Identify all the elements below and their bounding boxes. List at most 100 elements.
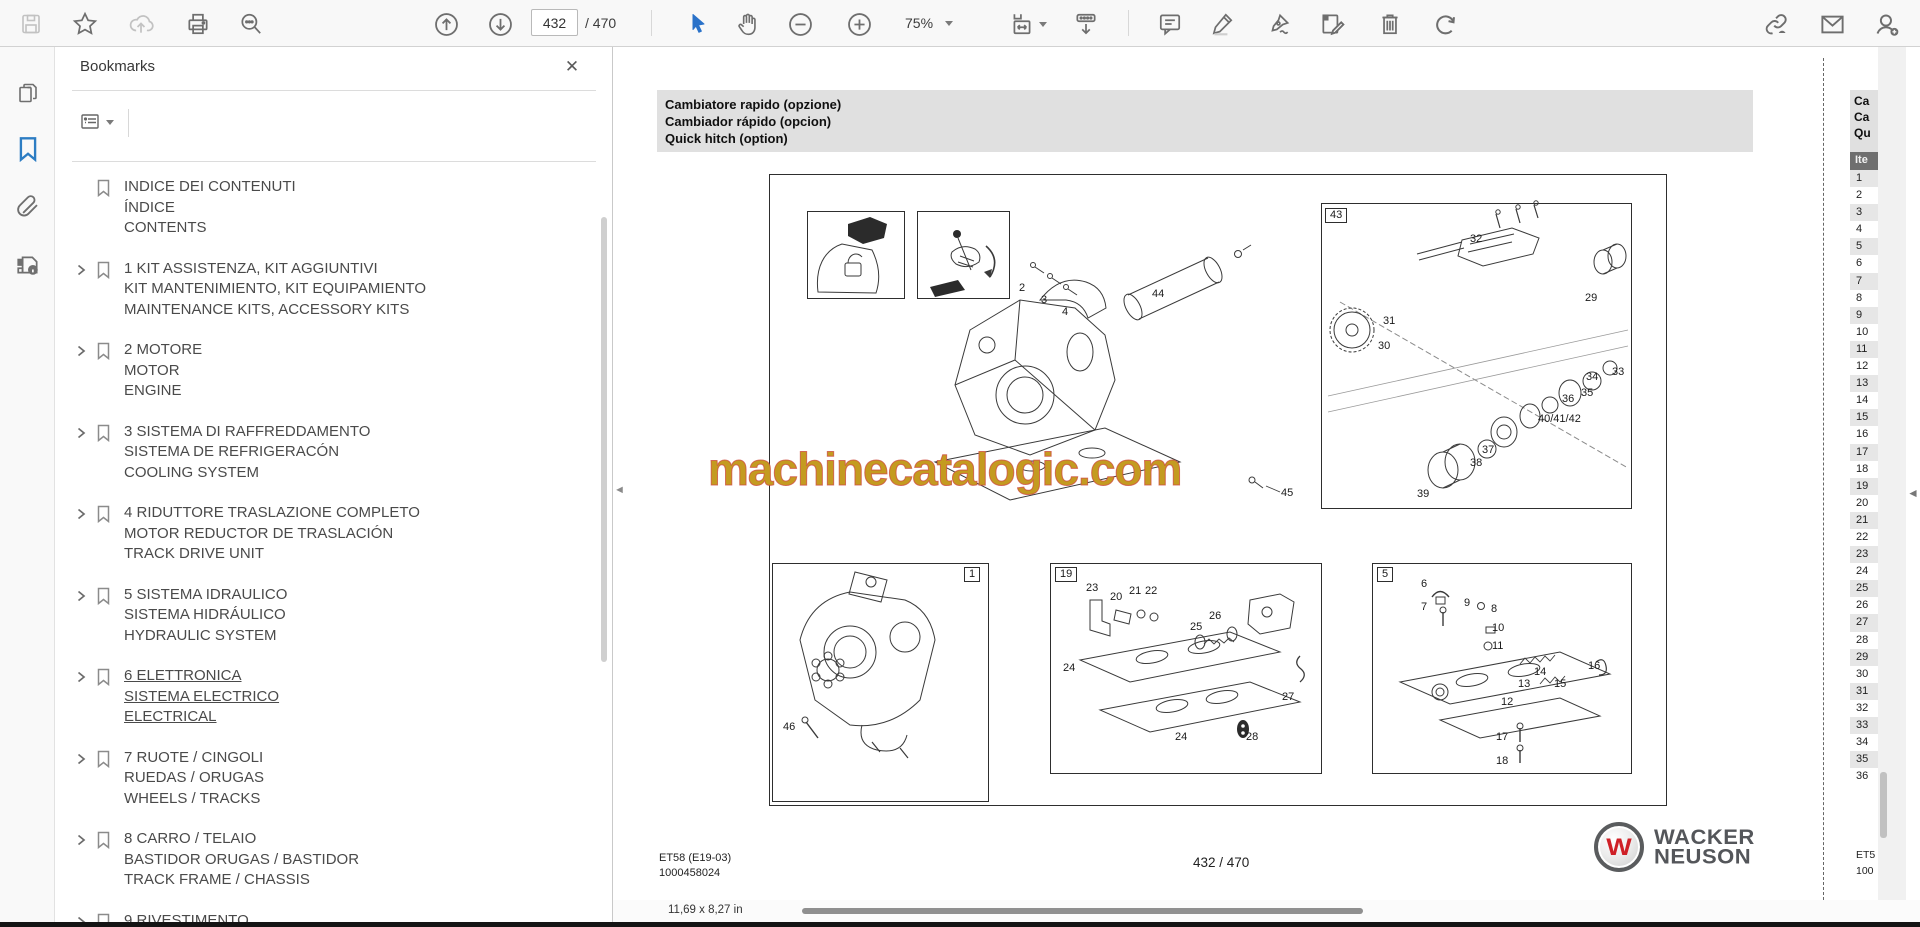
select-tool-icon[interactable] <box>684 10 712 38</box>
bookmark-icon <box>96 505 111 528</box>
bookmark-label: INDICE DEI CONTENUTI ÍNDICE CONTENTS <box>124 178 296 236</box>
bookmark-label: 3 SISTEMA DI RAFFREDDAMENTO SISTEMA DE RE… <box>124 422 371 481</box>
bookmark-item[interactable]: INDICE DEI CONTENUTI ÍNDICE CONTENTS <box>55 177 600 239</box>
toolbar-separator <box>651 10 652 36</box>
chevron-right-icon[interactable] <box>75 914 87 922</box>
attachments-icon[interactable] <box>14 193 42 221</box>
model-info-icon[interactable] <box>14 251 42 279</box>
sign-pen-icon[interactable] <box>1265 10 1293 38</box>
toolbar-separator <box>1128 10 1129 36</box>
fill-and-sign-icon[interactable] <box>1318 10 1346 38</box>
bookmark-label: 6 ELETTRONICA SISTEMA ELECTRICO ELECTRICAL <box>124 667 280 725</box>
chevron-down-icon <box>945 20 954 26</box>
zoom-level-dropdown[interactable]: 75% <box>893 9 985 37</box>
bookmark-item[interactable]: 4 RIDUTTORE TRASLAZIONE COMPLETO MOTOR RE… <box>55 503 600 565</box>
bookmark-label: 5 SISTEMA IDRAULICO SISTEMA HIDRÁULICO HYD… <box>124 585 288 644</box>
email-icon[interactable] <box>1818 10 1846 38</box>
fit-options-caret-icon[interactable] <box>1036 10 1050 38</box>
bookmarks-panel-icon[interactable] <box>14 135 42 163</box>
bookmark-options-button[interactable] <box>80 113 114 131</box>
chevron-right-icon[interactable] <box>75 425 87 446</box>
status-bar: 11,69 x 8,27 in <box>613 900 1920 922</box>
bookmark-icon <box>96 668 111 691</box>
zoom-out-icon[interactable] <box>786 10 814 38</box>
chevron-right-icon[interactable] <box>75 588 87 609</box>
fit-width-icon[interactable] <box>1008 10 1036 38</box>
share-cloud-icon[interactable] <box>127 10 155 38</box>
bookmark-icon <box>96 913 111 922</box>
bookmark-icon <box>96 261 111 284</box>
brand-wordmark: WACKER NEUSON <box>1654 824 1755 869</box>
bookmark-icon <box>96 587 111 610</box>
profile-icon[interactable] <box>1872 10 1900 38</box>
redo-icon[interactable] <box>1431 10 1459 38</box>
bookmark-item[interactable]: 5 SISTEMA IDRAULICO SISTEMA HIDRÁULICO HYD… <box>55 585 600 647</box>
bookmark-icon <box>96 831 111 854</box>
next-page-icon[interactable] <box>486 10 514 38</box>
watermark-text: machinecatalogic.com <box>707 443 1182 496</box>
page-total-label: / 470 <box>585 15 617 31</box>
collapse-tools-handle[interactable]: ◄ <box>1907 486 1919 500</box>
navigation-rail <box>0 47 55 922</box>
hand-tool-icon[interactable] <box>734 10 762 38</box>
panel-title: Bookmarks <box>80 58 156 75</box>
bookmark-label: 8 CARRO / TELAIO BASTIDOR ORUGAS / BASTID… <box>124 830 360 888</box>
divider <box>128 109 129 137</box>
scroll-mode-icon[interactable] <box>1072 10 1100 38</box>
search-icon[interactable] <box>237 10 265 38</box>
bookmark-icon <box>96 750 111 773</box>
bookmarks-scrollbar[interactable] <box>601 217 607 662</box>
page-thumbnails-icon[interactable] <box>14 79 42 107</box>
chevron-right-icon[interactable] <box>75 669 87 690</box>
bookmark-item[interactable]: 9 RIVESTIMENTO <box>55 911 600 923</box>
brand-logo: W WACKER NEUSON <box>1594 822 1755 872</box>
bookmark-item[interactable]: 6 ELETTRONICA SISTEMA ELECTRICO ELECTRICAL <box>55 666 600 728</box>
bookmark-label: 9 RIVESTIMENTO <box>124 911 249 923</box>
page-footer-reference: ET58 (E19-03) 1000458024 <box>659 851 731 881</box>
bookmark-label: 1 KIT ASSISTENZA, KIT AGGIUNTIVI KIT MANT… <box>124 259 426 318</box>
main-toolbar: / 470 75% <box>0 0 1920 47</box>
bookmark-label: 4 RIDUTTORE TRASLAZIONE COMPLETO MOTOR RE… <box>124 504 420 562</box>
horizontal-scrollbar[interactable] <box>802 908 1363 914</box>
bookmark-item[interactable]: 1 KIT ASSISTENZA, KIT AGGIUNTIVI KIT MANT… <box>55 259 600 321</box>
highlight-icon[interactable] <box>1208 10 1236 38</box>
bookmark-item[interactable]: 8 CARRO / TELAIO BASTIDOR ORUGAS / BASTID… <box>55 829 600 891</box>
brand-monogram-icon: W <box>1594 822 1644 872</box>
divider <box>72 161 596 162</box>
share-link-icon[interactable] <box>1762 10 1790 38</box>
bookmarks-panel: Bookmarks ✕ INDICE DEI CONTENUTI ÍNDICE CO… <box>55 47 613 922</box>
bookmark-label: 7 RUOTE / CINGOLI RUEDAS / ORUGAS WHEELS /… <box>124 748 265 807</box>
bookmark-icon <box>96 179 111 202</box>
zoom-level-value: 75% <box>905 15 934 31</box>
horizontal-scrollbar-track[interactable] <box>613 907 1920 915</box>
bookmark-icon <box>96 342 111 365</box>
bookmark-icon <box>96 424 111 447</box>
chevron-right-icon[interactable] <box>75 751 87 772</box>
save-icon[interactable] <box>17 10 45 38</box>
bookmark-label: 2 MOTORE MOTOR ENGINE <box>124 341 203 399</box>
pdf-viewer-window: / 470 75% <box>0 0 1920 927</box>
bookmark-item[interactable]: 2 MOTORE MOTOR ENGINE <box>55 340 600 402</box>
chevron-right-icon[interactable] <box>75 506 87 527</box>
chevron-right-icon[interactable] <box>75 343 87 364</box>
window-bottom-edge <box>0 922 1920 927</box>
chevron-down-icon <box>106 119 114 125</box>
page-number-input[interactable] <box>531 9 578 36</box>
page-indicator: 432 / 470 <box>1193 855 1250 870</box>
divider <box>72 90 596 91</box>
bookmark-item[interactable]: 7 RUOTE / CINGOLI RUEDAS / ORUGAS WHEELS /… <box>55 748 600 810</box>
bookmark-list: INDICE DEI CONTENUTI ÍNDICE CONTENTS 1 KIT… <box>55 177 600 922</box>
chevron-right-icon[interactable] <box>75 262 87 283</box>
document-number: 1000458024 <box>659 867 721 879</box>
chevron-right-icon[interactable] <box>75 832 87 853</box>
close-icon[interactable]: ✕ <box>560 55 584 79</box>
comment-icon[interactable] <box>1156 10 1184 38</box>
previous-page-icon[interactable] <box>432 10 460 38</box>
collapse-panel-handle[interactable]: ◄ <box>614 481 625 499</box>
zoom-in-icon[interactable] <box>845 10 873 38</box>
star-icon[interactable] <box>71 10 99 38</box>
model-code: ET58 (E19-03) <box>659 852 732 864</box>
bookmark-item[interactable]: 3 SISTEMA DI RAFFREDDAMENTO SISTEMA DE RE… <box>55 422 600 484</box>
print-icon[interactable] <box>184 10 212 38</box>
delete-icon[interactable] <box>1376 10 1404 38</box>
